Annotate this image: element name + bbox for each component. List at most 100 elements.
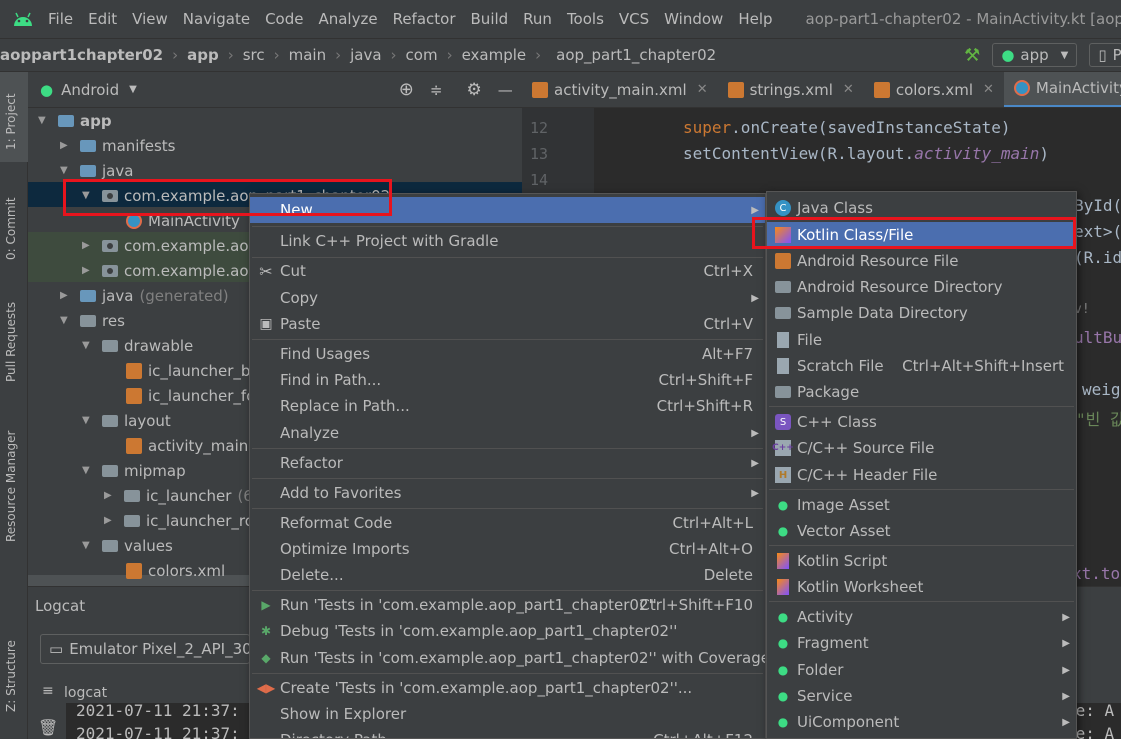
menu-window[interactable]: Window xyxy=(664,10,723,28)
tab-mainactivity-kt[interactable]: MainActivity.kt✕ xyxy=(1003,72,1121,107)
trash-icon[interactable]: 🗑 xyxy=(38,718,58,737)
menu-item-show-in-explorer[interactable]: Show in Explorer xyxy=(250,701,765,727)
submenu-item-sample-data-directory[interactable]: Sample Data Directory xyxy=(767,300,1076,326)
menu-item-new[interactable]: New ▶ xyxy=(250,197,765,223)
menu-item-copy[interactable]: Copy ▶ xyxy=(250,285,765,311)
tree-item-java[interactable]: ▼ java xyxy=(60,158,133,183)
submenu-item-image-asset[interactable]: ● Image Asset xyxy=(767,492,1076,518)
submenu-item-cpp-source[interactable]: C++ C/C++ Source File xyxy=(767,435,1076,461)
tab-project[interactable]: 1: Project xyxy=(4,93,18,150)
submenu-item-scratch-file[interactable]: Scratch File Ctrl+Alt+Shift+Insert xyxy=(767,353,1076,379)
device-select[interactable]: ▯ Pixel 2 A xyxy=(1089,43,1121,67)
submenu-item-android-resource-file[interactable]: Android Resource File xyxy=(767,248,1076,274)
menu-item-replace-in-path[interactable]: Replace in Path... Ctrl+Shift+R xyxy=(250,393,765,419)
tab-resource-manager[interactable]: Resource Manager xyxy=(4,431,18,542)
close-icon[interactable]: ✕ xyxy=(983,82,994,97)
tree-item-layout[interactable]: ▼ layout xyxy=(82,408,171,433)
breadcrumb-project[interactable]: aoppart1chapter02 xyxy=(0,46,163,64)
menu-run[interactable]: Run xyxy=(523,10,552,28)
submenu-item-folder[interactable]: ● Folder ▶ xyxy=(767,657,1076,683)
tree-item-file[interactable]: colors.xml xyxy=(126,558,225,583)
menu-item-refactor[interactable]: Refactor ▶ xyxy=(250,450,765,476)
breadcrumb-java[interactable]: java xyxy=(350,46,381,64)
tree-item-ic-launcher[interactable]: ▶ic_launcher(6) xyxy=(104,483,259,508)
tab-commit[interactable]: 0: Commit xyxy=(4,197,18,260)
menu-code[interactable]: Code xyxy=(265,10,303,28)
menu-item-directory-path[interactable]: Directory Path Ctrl+Alt+F12 xyxy=(250,727,765,738)
tree-item-mainactivity[interactable]: MainActivity xyxy=(126,208,240,233)
menu-item-reformat-code[interactable]: Reformat Code Ctrl+Alt+L xyxy=(250,510,765,536)
tree-item-file[interactable]: activity_main.xr xyxy=(126,433,268,458)
locate-icon[interactable]: ⊕ xyxy=(399,79,414,100)
submenu-item-android-resource-directory[interactable]: Android Resource Directory xyxy=(767,274,1076,300)
menu-item-cut[interactable]: ✂ Cut Ctrl+X xyxy=(250,258,765,284)
menu-vcs[interactable]: VCS xyxy=(619,10,649,28)
submenu-item-service[interactable]: ● Service ▶ xyxy=(767,683,1076,709)
menu-tools[interactable]: Tools xyxy=(567,10,604,28)
tree-item-file[interactable]: ic_launcher_ba xyxy=(126,358,260,383)
submenu-item-cpp-class[interactable]: S C++ Class xyxy=(767,409,1076,435)
device-dropdown[interactable]: ▭ Emulator Pixel_2_API_30 A xyxy=(40,634,250,664)
tab-activity-main-xml[interactable]: activity_main.xml ✕ xyxy=(522,72,718,107)
menu-item-run-coverage[interactable]: ◆ Run 'Tests in 'com.example.aop_part1_ch… xyxy=(250,645,765,671)
menu-edit[interactable]: Edit xyxy=(88,10,117,28)
logcat-tab[interactable]: logcat xyxy=(64,685,107,701)
breadcrumb-app[interactable]: app xyxy=(187,46,219,64)
menu-item-create-tests[interactable]: ◀▶ Create 'Tests in 'com.example.aop_part… xyxy=(250,675,765,701)
tree-item-values[interactable]: ▼ values xyxy=(82,533,173,558)
submenu-item-uicomponent[interactable]: ● UiComponent ▶ xyxy=(767,709,1076,735)
menu-item-add-to-favorites[interactable]: Add to Favorites ▶ xyxy=(250,480,765,506)
project-view-select[interactable]: Android xyxy=(61,81,119,99)
submenu-item-java-class[interactable]: C Java Class xyxy=(767,195,1076,221)
tab-strings-xml[interactable]: strings.xml ✕ xyxy=(718,72,864,107)
menu-file[interactable]: File xyxy=(48,10,73,28)
submenu-item-fragment[interactable]: ● Fragment ▶ xyxy=(767,630,1076,656)
menu-analyze[interactable]: Analyze xyxy=(318,10,377,28)
tree-item-app[interactable]: ▼ app xyxy=(38,108,112,133)
menu-item-run-tests[interactable]: ▶ Run 'Tests in 'com.example.aop_part1_ch… xyxy=(250,592,765,618)
breadcrumb-package[interactable]: aop_part1_chapter02 xyxy=(556,46,716,64)
submenu-item-cpp-header[interactable]: H C/C++ Header File xyxy=(767,462,1076,488)
menu-item-find-usages[interactable]: Find Usages Alt+F7 xyxy=(250,341,765,367)
chevron-down-icon[interactable]: ▼ xyxy=(129,84,137,95)
tree-item-java-generated[interactable]: ▶ java (generated) xyxy=(60,283,229,308)
menu-item-find-in-path[interactable]: Find in Path... Ctrl+Shift+F xyxy=(250,367,765,393)
hide-panel-icon[interactable]: — xyxy=(498,81,513,99)
breadcrumb-main[interactable]: main xyxy=(289,46,326,64)
tree-item-file[interactable]: ic_launcher_fo xyxy=(126,383,255,408)
menu-item-debug-tests[interactable]: ✱ Debug 'Tests in 'com.example.aop_part1_… xyxy=(250,618,765,644)
build-hammer-icon[interactable]: ⚒ xyxy=(964,45,980,66)
submenu-item-vector-asset[interactable]: ● Vector Asset xyxy=(767,518,1076,544)
submenu-item-kotlin-class-file[interactable]: Kotlin Class/File xyxy=(767,222,1076,248)
tree-item-res[interactable]: ▼ res xyxy=(60,308,125,333)
collapse-all-icon[interactable]: ≑ xyxy=(430,81,443,99)
breadcrumb-example[interactable]: example xyxy=(462,46,527,64)
run-config-select[interactable]: ● app ▼ xyxy=(992,43,1078,67)
submenu-item-package[interactable]: Package xyxy=(767,379,1076,405)
tab-pull-requests[interactable]: Pull Requests xyxy=(4,302,18,382)
close-icon[interactable]: ✕ xyxy=(843,82,854,97)
menu-refactor[interactable]: Refactor xyxy=(393,10,456,28)
menu-help[interactable]: Help xyxy=(738,10,772,28)
submenu-item-kotlin-script[interactable]: Kotlin Script xyxy=(767,548,1076,574)
tree-item-ic-launcher-round[interactable]: ▶ ic_launcher_rou xyxy=(104,508,263,533)
menu-item-link-cpp[interactable]: Link C++ Project with Gradle xyxy=(250,228,765,254)
submenu-item-activity[interactable]: ● Activity ▶ xyxy=(767,604,1076,630)
gear-icon[interactable]: ⚙ xyxy=(466,80,481,100)
menu-item-paste[interactable]: ▣ Paste Ctrl+V xyxy=(250,311,765,337)
submenu-item-kotlin-worksheet[interactable]: Kotlin Worksheet xyxy=(767,574,1076,600)
close-icon[interactable]: ✕ xyxy=(697,82,708,97)
breadcrumb-src[interactable]: src xyxy=(243,46,265,64)
tree-item-drawable[interactable]: ▼ drawable xyxy=(82,333,193,358)
tree-item-package-android-test[interactable]: ▶ com.example.aop_ xyxy=(82,233,266,258)
submenu-item-file[interactable]: File xyxy=(767,327,1076,353)
tree-item-mipmap[interactable]: ▼ mipmap xyxy=(82,458,186,483)
tree-item-manifests[interactable]: ▶ manifests xyxy=(60,133,176,158)
menu-navigate[interactable]: Navigate xyxy=(183,10,250,28)
tree-item-package-test[interactable]: ▶ com.example.aop_ xyxy=(82,258,266,283)
breadcrumb-com[interactable]: com xyxy=(406,46,438,64)
menu-item-delete[interactable]: Delete... Delete xyxy=(250,562,765,588)
menu-view[interactable]: View xyxy=(132,10,168,28)
tab-colors-xml[interactable]: colors.xml ✕ xyxy=(864,72,1004,107)
menu-item-optimize-imports[interactable]: Optimize Imports Ctrl+Alt+O xyxy=(250,536,765,562)
